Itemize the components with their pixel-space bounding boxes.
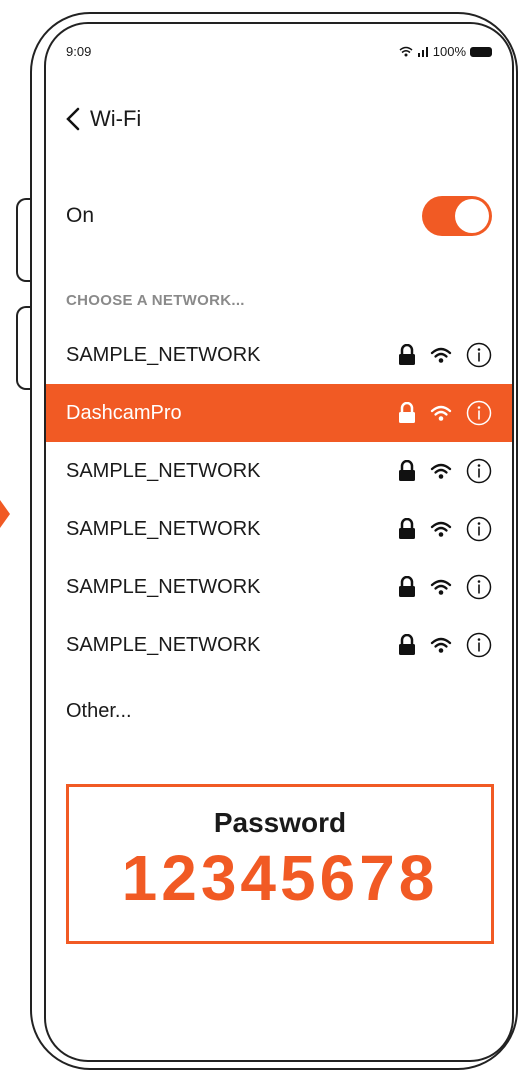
status-bar: 9:09 100% <box>66 44 492 64</box>
nav-bar: Wi-Fi <box>66 102 141 136</box>
lock-icon <box>399 576 415 597</box>
network-name: SAMPLE_NETWORK <box>66 343 261 366</box>
wifi-icon <box>430 637 452 653</box>
wifi-icon <box>430 405 452 421</box>
info-icon[interactable] <box>466 400 492 426</box>
wifi-icon <box>430 521 452 537</box>
wifi-icon <box>430 579 452 595</box>
network-row[interactable]: SAMPLE_NETWORK <box>46 326 512 384</box>
lock-icon <box>399 518 415 539</box>
wifi-toggle-row: On <box>66 196 492 236</box>
network-list: SAMPLE_NETWORK DashcamPro SAMPLE_NETWORK SA… <box>46 326 512 674</box>
info-icon[interactable] <box>466 632 492 658</box>
pointer-arrow-icon <box>0 500 10 528</box>
wifi-icon <box>430 463 452 479</box>
network-name: SAMPLE_NETWORK <box>66 575 261 598</box>
lock-icon <box>399 634 415 655</box>
info-icon[interactable] <box>466 458 492 484</box>
network-name: SAMPLE_NETWORK <box>66 633 261 656</box>
wifi-toggle-label: On <box>66 204 95 227</box>
network-row[interactable]: SAMPLE_NETWORK <box>46 558 512 616</box>
lock-icon <box>399 344 415 365</box>
page-title: Wi-Fi <box>90 106 142 131</box>
info-icon[interactable] <box>466 342 492 368</box>
network-row[interactable]: SAMPLE_NETWORK <box>46 500 512 558</box>
lock-icon <box>399 460 415 481</box>
network-row[interactable]: SAMPLE_NETWORK <box>46 442 512 500</box>
password-label: Password <box>213 807 347 838</box>
phone-screen: 9:09 100% Wi-Fi On CHOOSE A NETWORK... S… <box>44 22 514 1062</box>
section-label: CHOOSE A NETWORK... <box>66 292 245 309</box>
wifi-toggle[interactable] <box>422 196 492 236</box>
battery-percent: 100% <box>432 44 466 59</box>
network-row[interactable]: DashcamPro <box>46 384 512 442</box>
network-row[interactable]: SAMPLE_NETWORK <box>46 616 512 674</box>
signal-icon <box>417 47 428 57</box>
info-icon[interactable] <box>466 574 492 600</box>
other-network-item[interactable]: Other... <box>66 700 132 723</box>
network-name: SAMPLE_NETWORK <box>66 459 261 482</box>
lock-icon <box>399 402 415 423</box>
status-time: 9:09 <box>66 44 92 59</box>
password-value: 12345678 <box>121 842 439 914</box>
chevron-left-icon[interactable] <box>66 107 80 131</box>
password-box: Password 12345678 <box>66 784 494 944</box>
network-name: DashcamPro <box>66 401 182 424</box>
battery-icon <box>470 46 492 57</box>
wifi-status-icon <box>399 46 413 57</box>
info-icon[interactable] <box>466 516 492 542</box>
wifi-icon <box>430 347 452 363</box>
network-name: SAMPLE_NETWORK <box>66 517 261 540</box>
